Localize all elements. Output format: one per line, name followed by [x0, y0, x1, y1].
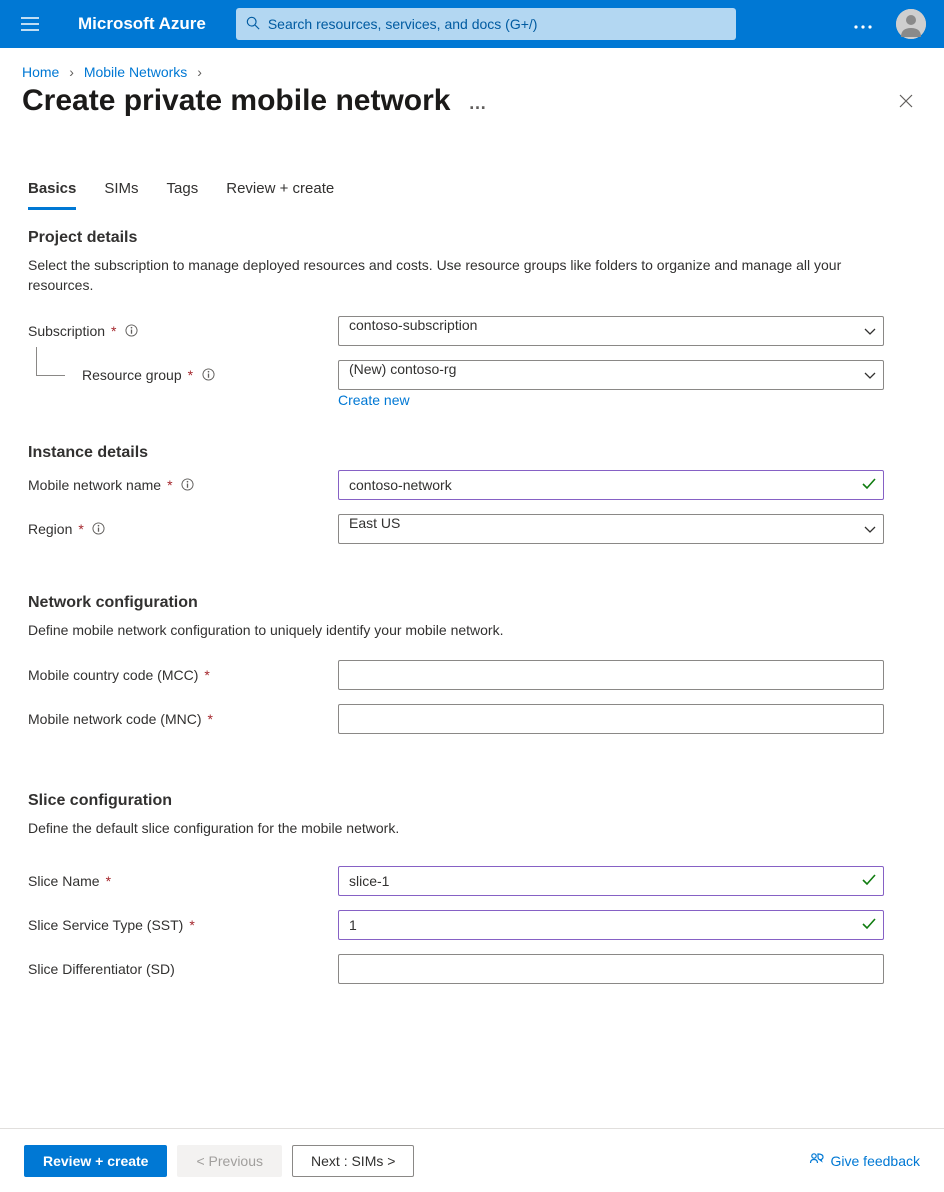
required-indicator: *: [106, 873, 111, 889]
user-avatar[interactable]: [896, 9, 926, 39]
required-indicator: *: [111, 323, 116, 339]
mcc-label: Mobile country code (MCC)*: [28, 667, 338, 683]
page-title: Create private mobile network: [22, 84, 450, 118]
give-feedback-link[interactable]: Give feedback: [809, 1151, 921, 1170]
required-indicator: *: [208, 711, 213, 727]
slice-name-input[interactable]: [338, 866, 884, 896]
mobile-network-name-label: Mobile network name*: [28, 477, 338, 493]
top-bar: Microsoft Azure: [0, 0, 944, 48]
mnc-label: Mobile network code (MNC)*: [28, 711, 338, 727]
tab-tags[interactable]: Tags: [167, 172, 199, 210]
sst-row: Slice Service Type (SST)*: [28, 910, 916, 940]
info-icon[interactable]: [181, 478, 195, 492]
tab-basics[interactable]: Basics: [28, 172, 76, 210]
required-indicator: *: [188, 367, 193, 383]
mobile-network-name-input[interactable]: [338, 470, 884, 500]
mnc-input[interactable]: [338, 704, 884, 734]
subscription-row: Subscription* contoso-subscription: [28, 316, 916, 346]
feedback-label: Give feedback: [831, 1153, 921, 1169]
tab-review-create[interactable]: Review + create: [226, 172, 334, 210]
region-label: Region*: [28, 521, 338, 537]
slice-name-row: Slice Name*: [28, 866, 916, 896]
search-icon: [246, 16, 260, 33]
breadcrumb: Home › Mobile Networks ›: [0, 48, 944, 82]
subscription-select[interactable]: contoso-subscription: [338, 316, 884, 346]
required-indicator: *: [78, 521, 83, 537]
resource-group-row: Resource group* (New) contoso-rg: [28, 360, 916, 390]
sst-label: Slice Service Type (SST)*: [28, 917, 338, 933]
region-row: Region* East US: [28, 514, 916, 544]
slice-config-heading: Slice configuration: [28, 792, 916, 810]
global-search[interactable]: [236, 8, 736, 40]
wizard-footer: Review + create < Previous Next : SIMs >…: [0, 1128, 944, 1192]
instance-details-heading: Instance details: [28, 444, 916, 462]
mobile-network-name-row: Mobile network name*: [28, 470, 916, 500]
next-button[interactable]: Next : SIMs >: [292, 1145, 414, 1177]
review-create-button[interactable]: Review + create: [24, 1145, 167, 1177]
chevron-right-icon: ›: [69, 64, 74, 80]
sd-input[interactable]: [338, 954, 884, 984]
info-icon[interactable]: [125, 324, 139, 338]
project-details-heading: Project details: [28, 229, 916, 247]
form-tabs: Basics SIMs Tags Review + create: [0, 172, 944, 211]
subscription-label: Subscription*: [28, 323, 338, 339]
slice-config-description: Define the default slice configuration f…: [28, 818, 858, 838]
more-menu-icon[interactable]: [848, 10, 878, 38]
create-new-resource-group-link[interactable]: Create new: [338, 392, 410, 408]
brand-label[interactable]: Microsoft Azure: [78, 14, 206, 34]
slice-name-label: Slice Name*: [28, 873, 338, 889]
breadcrumb-mobile-networks[interactable]: Mobile Networks: [84, 64, 187, 80]
sd-row: Slice Differentiator (SD): [28, 954, 916, 984]
page-header: Create private mobile network …: [0, 82, 944, 118]
required-indicator: *: [189, 917, 194, 933]
network-config-description: Define mobile network configuration to u…: [28, 620, 858, 640]
mnc-row: Mobile network code (MNC)*: [28, 704, 916, 734]
region-select[interactable]: East US: [338, 514, 884, 544]
required-indicator: *: [204, 667, 209, 683]
resource-group-label: Resource group*: [28, 367, 338, 383]
close-icon[interactable]: [890, 85, 922, 117]
network-config-heading: Network configuration: [28, 594, 916, 612]
sd-label: Slice Differentiator (SD): [28, 961, 338, 977]
info-icon[interactable]: [201, 368, 215, 382]
previous-button: < Previous: [177, 1145, 282, 1177]
hamburger-menu-icon[interactable]: [10, 4, 50, 44]
mcc-row: Mobile country code (MCC)*: [28, 660, 916, 690]
mcc-input[interactable]: [338, 660, 884, 690]
resource-group-select[interactable]: (New) contoso-rg: [338, 360, 884, 390]
title-more-icon[interactable]: …: [468, 93, 486, 114]
project-details-description: Select the subscription to manage deploy…: [28, 255, 858, 296]
required-indicator: *: [167, 477, 172, 493]
info-icon[interactable]: [92, 522, 106, 536]
sst-input[interactable]: [338, 910, 884, 940]
form-content: Project details Select the subscription …: [0, 211, 944, 984]
search-input[interactable]: [268, 16, 726, 32]
feedback-icon: [809, 1151, 825, 1170]
chevron-right-icon: ›: [197, 64, 202, 80]
tab-sims[interactable]: SIMs: [104, 172, 138, 210]
breadcrumb-home[interactable]: Home: [22, 64, 59, 80]
